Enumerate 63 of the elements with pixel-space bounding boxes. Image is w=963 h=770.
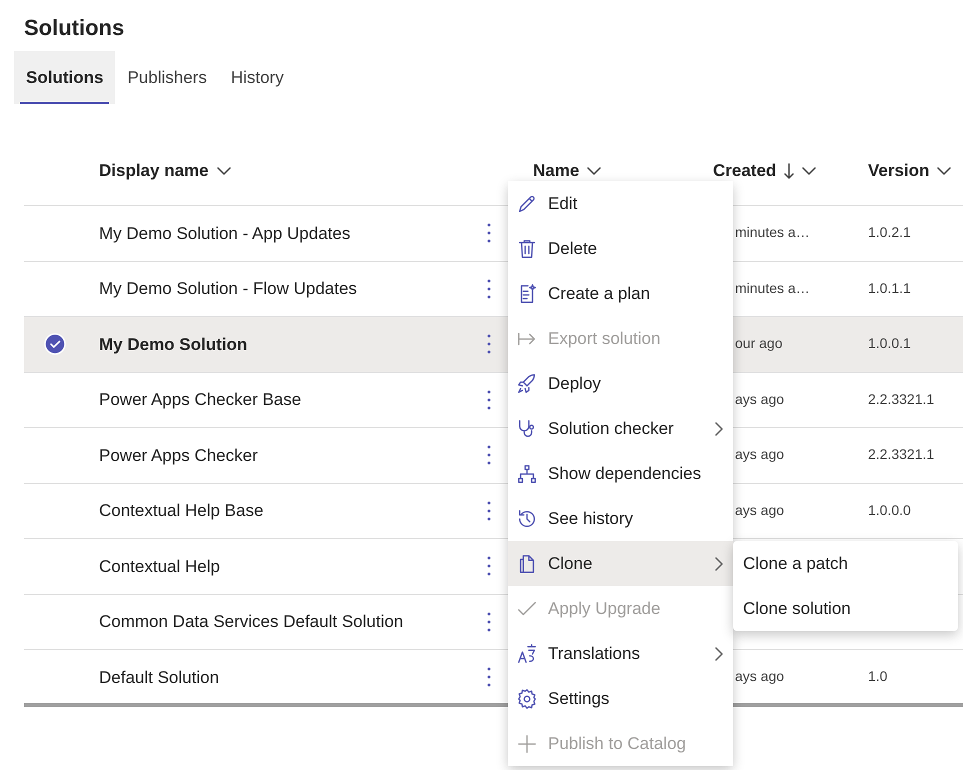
checkmark-circle-icon	[44, 333, 66, 356]
more-vertical-icon	[487, 556, 491, 576]
more-vertical-icon	[487, 612, 491, 632]
more-vertical-icon	[487, 445, 491, 466]
more-vertical-icon	[487, 667, 491, 688]
table-cell: 1.0.2.1	[868, 224, 911, 240]
table-cell: ays ago	[735, 446, 784, 462]
table-cell: 1.0.1.1	[868, 280, 911, 296]
table-cell: ays ago	[735, 502, 784, 518]
tab[interactable]: History	[218, 51, 296, 104]
page-title: Solutions	[23, 14, 126, 42]
table-cell: 2.2.3321.1	[868, 390, 934, 407]
table-cell: 1.0.0.1	[868, 335, 911, 352]
menu-item[interactable]: Create a plan	[508, 271, 733, 316]
plus-icon	[516, 732, 538, 754]
column-header[interactable]: Display name	[99, 158, 209, 184]
table-cell: our ago	[735, 335, 782, 352]
menu-item[interactable]: Show dependencies	[508, 451, 733, 496]
menu-item[interactable]: Settings	[508, 676, 733, 721]
more-vertical-icon	[487, 500, 491, 521]
chevron-down-icon	[587, 166, 602, 174]
menu-item[interactable]: Solution checker	[508, 406, 733, 451]
gear-icon	[516, 688, 538, 710]
menu-item[interactable]: Edit	[508, 181, 733, 226]
tab[interactable]: Solutions	[14, 51, 116, 104]
table-cell-text: My Demo Solution - App Updates	[99, 222, 350, 244]
table-cell: ays ago	[735, 668, 784, 684]
menu-item[interactable]: Deploy	[508, 361, 733, 406]
table-cell-text: Power Apps Checker Base	[99, 389, 302, 411]
table-cell: minutes a…	[735, 280, 810, 296]
table-cell: 2.2.3321.1	[868, 446, 934, 462]
table-cell-text: My Demo Solution	[99, 334, 248, 356]
menu-item[interactable]: Delete	[508, 226, 733, 271]
chevron-down-icon	[216, 166, 231, 174]
menu-item[interactable]: Clone	[508, 541, 733, 586]
more-vertical-icon	[487, 390, 491, 410]
table-cell: 1.0.0.0	[868, 502, 911, 518]
menu-item[interactable]: Translations	[508, 631, 733, 676]
hierarchy-icon	[516, 462, 538, 484]
chevron-down-icon	[802, 166, 816, 174]
table-cell-text: Contextual Help Base	[99, 500, 264, 522]
more-vertical-icon	[487, 278, 491, 299]
chevron-down-icon	[937, 166, 952, 174]
table-cell: ays ago	[735, 390, 784, 407]
column-header[interactable]: Version	[868, 158, 930, 184]
table-cell: minutes a…	[735, 224, 810, 240]
more-vertical-icon	[487, 223, 491, 244]
table-cell-text: Power Apps Checker	[99, 444, 258, 466]
table-cell: 1.0	[868, 668, 888, 684]
table-cell-text: My Demo Solution - Flow Updates	[99, 278, 357, 300]
table-cell-text: Common Data Services Default Solution	[99, 611, 404, 633]
history-icon	[516, 508, 538, 530]
menu-item[interactable]: See history	[508, 496, 733, 541]
column-header[interactable]: Name	[533, 158, 580, 184]
column-header[interactable]: Created	[713, 158, 776, 184]
trash-icon	[516, 238, 538, 260]
table-cell-text: Contextual Help	[99, 556, 220, 578]
more-vertical-icon	[487, 334, 491, 354]
table-cell-text: Default Solution	[99, 666, 220, 688]
translate-icon	[516, 642, 538, 664]
tab[interactable]: Publishers	[115, 51, 219, 104]
menu-item[interactable]: Clone a patch	[733, 541, 958, 586]
rocket-icon	[516, 372, 538, 394]
